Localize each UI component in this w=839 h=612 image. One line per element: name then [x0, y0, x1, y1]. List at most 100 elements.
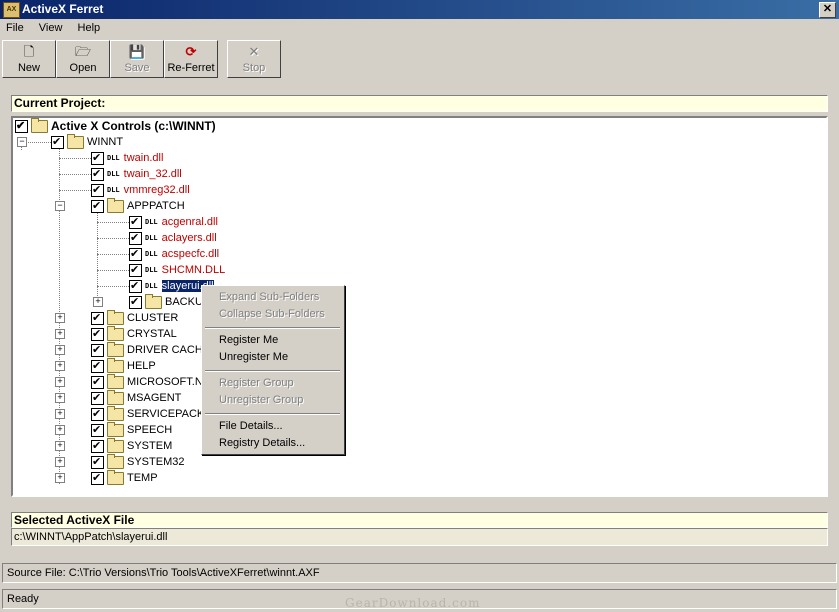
menu-item-register-me[interactable]: Register Me [219, 334, 278, 346]
menu-item-registry-details[interactable]: Registry Details... [219, 437, 305, 449]
expand-toggle[interactable]: + [55, 441, 65, 451]
tree-node-driver-cache[interactable]: + DRIVER CACH [55, 341, 203, 358]
tree-item-shcmn-dll[interactable]: DLLSHCMN.DLL [93, 262, 225, 278]
checkbox-checked[interactable] [129, 262, 142, 278]
checkbox-checked[interactable] [91, 198, 104, 214]
checkbox-checked[interactable] [91, 342, 104, 358]
tree-item-label: twain.dll [123, 152, 164, 164]
tree-node-speech[interactable]: + SPEECH [55, 421, 172, 438]
tree-node-system32[interactable]: + SYSTEM32 [55, 453, 184, 470]
menu-item-expand-sub-folders[interactable]: Expand Sub-Folders [219, 291, 319, 303]
folder-icon [107, 357, 124, 373]
tree-item-acgenral-dll[interactable]: DLLacgenral.dll [93, 214, 218, 230]
menu-separator [205, 413, 340, 415]
selected-file-label: Selected ActiveX File [14, 513, 135, 527]
dll-icon: DLL [145, 266, 158, 275]
expand-toggle[interactable]: + [55, 393, 65, 403]
expand-toggle[interactable]: + [55, 361, 65, 371]
tree-node-winnt[interactable]: − WINNT [17, 133, 123, 150]
tree-node-temp[interactable]: + TEMP [55, 469, 158, 486]
menu-separator [205, 370, 340, 372]
checkbox-checked[interactable] [51, 134, 64, 150]
folder-icon [67, 133, 84, 149]
expand-toggle[interactable]: + [55, 425, 65, 435]
tree-node-microsoft-net[interactable]: + MICROSOFT.N [55, 373, 203, 390]
tree-node-apppatch[interactable]: − APPPATCH [55, 197, 185, 214]
title-bar[interactable]: AX ActiveX Ferret ✕ [0, 0, 839, 19]
tree-node-cluster[interactable]: + CLUSTER [55, 309, 178, 326]
tree-item-label: aclayers.dll [161, 232, 217, 244]
expand-toggle[interactable]: + [55, 313, 65, 323]
tree-root[interactable]: Active X Controls (c:\WINNT) [15, 118, 216, 134]
source-file-status: Source File: C:\Trio Versions\Trio Tools… [2, 563, 837, 583]
checkbox-checked[interactable] [129, 294, 142, 310]
checkbox-checked[interactable] [15, 118, 28, 134]
checkbox-checked[interactable] [91, 406, 104, 422]
checkbox-checked[interactable] [91, 470, 104, 486]
collapse-toggle[interactable]: − [17, 137, 27, 147]
checkbox-checked[interactable] [91, 182, 104, 198]
save-button[interactable]: 💾 Save [110, 40, 164, 78]
stop-button[interactable]: ✕ Stop [227, 40, 281, 78]
tree-item-label: HELP [127, 360, 156, 372]
checkbox-checked[interactable] [91, 310, 104, 326]
tree-item-twain32-dll[interactable]: DLLtwain_32.dll [55, 166, 182, 182]
context-menu: Expand Sub-Folders Collapse Sub-Folders … [201, 285, 345, 455]
expand-toggle[interactable]: + [55, 473, 65, 483]
checkbox-checked[interactable] [91, 358, 104, 374]
menu-item-file-details[interactable]: File Details... [219, 420, 283, 432]
menu-item-unregister-me[interactable]: Unregister Me [219, 351, 288, 363]
open-button[interactable]: 🗁 Open [56, 40, 110, 78]
tree-node-servicepack[interactable]: + SERVICEPACK [55, 405, 204, 422]
checkbox-checked[interactable] [91, 422, 104, 438]
tree-node-system[interactable]: + SYSTEM [55, 437, 172, 454]
checkbox-checked[interactable] [129, 278, 142, 294]
collapse-toggle[interactable]: − [55, 201, 65, 211]
close-button[interactable]: ✕ [819, 2, 836, 18]
expand-toggle[interactable]: + [55, 457, 65, 467]
checkbox-checked[interactable] [91, 374, 104, 390]
checkbox-checked[interactable] [91, 150, 104, 166]
tree-node-help[interactable]: + HELP [55, 357, 156, 374]
checkbox-checked[interactable] [129, 214, 142, 230]
menu-separator [205, 327, 340, 329]
expand-toggle[interactable]: + [55, 345, 65, 355]
expand-toggle[interactable]: + [93, 297, 103, 307]
checkbox-checked[interactable] [91, 390, 104, 406]
tree-root-label: Active X Controls (c:\WINNT) [51, 119, 216, 133]
tree-item-label: twain_32.dll [123, 168, 182, 180]
expand-toggle[interactable]: + [55, 409, 65, 419]
folder-icon [31, 118, 48, 134]
menu-file[interactable]: File [0, 20, 30, 34]
stop-x-icon: ✕ [248, 44, 260, 59]
expand-toggle[interactable]: + [55, 329, 65, 339]
checkbox-checked[interactable] [91, 454, 104, 470]
checkbox-checked[interactable] [91, 438, 104, 454]
menu-help[interactable]: Help [72, 20, 107, 34]
tree-item-vmmreg32-dll[interactable]: DLLvmmreg32.dll [55, 182, 190, 198]
tree-item-label: acspecfc.dll [161, 248, 220, 260]
tree-item-label: TEMP [127, 472, 158, 484]
menu-item-unregister-group[interactable]: Unregister Group [219, 394, 303, 406]
new-button[interactable]: 🗋 New [2, 40, 56, 78]
tree-node-crystal[interactable]: + CRYSTAL [55, 325, 177, 342]
expand-toggle[interactable]: + [55, 377, 65, 387]
tree-item-slayerui-dll[interactable]: DLLslayerui.dll [93, 278, 215, 294]
tree-item-aclayers-dll[interactable]: DLLaclayers.dll [93, 230, 217, 246]
tree-item-label: BACKU [165, 296, 203, 308]
checkbox-checked[interactable] [129, 230, 142, 246]
checkbox-checked[interactable] [91, 326, 104, 342]
tree-item-label: SHCMN.DLL [161, 264, 226, 276]
menu-item-register-group[interactable]: Register Group [219, 377, 294, 389]
activex-tree[interactable]: Active X Controls (c:\WINNT) − WINNT DLL… [11, 116, 828, 497]
tree-item-twain-dll[interactable]: DLLtwain.dll [55, 150, 163, 166]
checkbox-checked[interactable] [91, 166, 104, 182]
tree-node-backup[interactable]: + BACKU [93, 293, 203, 310]
checkbox-checked[interactable] [129, 246, 142, 262]
re-ferret-button[interactable]: ⟳ Re-Ferret [164, 40, 218, 78]
tree-item-acspecfc-dll[interactable]: DLLacspecfc.dll [93, 246, 219, 262]
menu-view[interactable]: View [33, 20, 69, 34]
dll-icon: DLL [107, 170, 120, 179]
menu-item-collapse-sub-folders[interactable]: Collapse Sub-Folders [219, 308, 325, 320]
tree-node-msagent[interactable]: + MSAGENT [55, 389, 181, 406]
